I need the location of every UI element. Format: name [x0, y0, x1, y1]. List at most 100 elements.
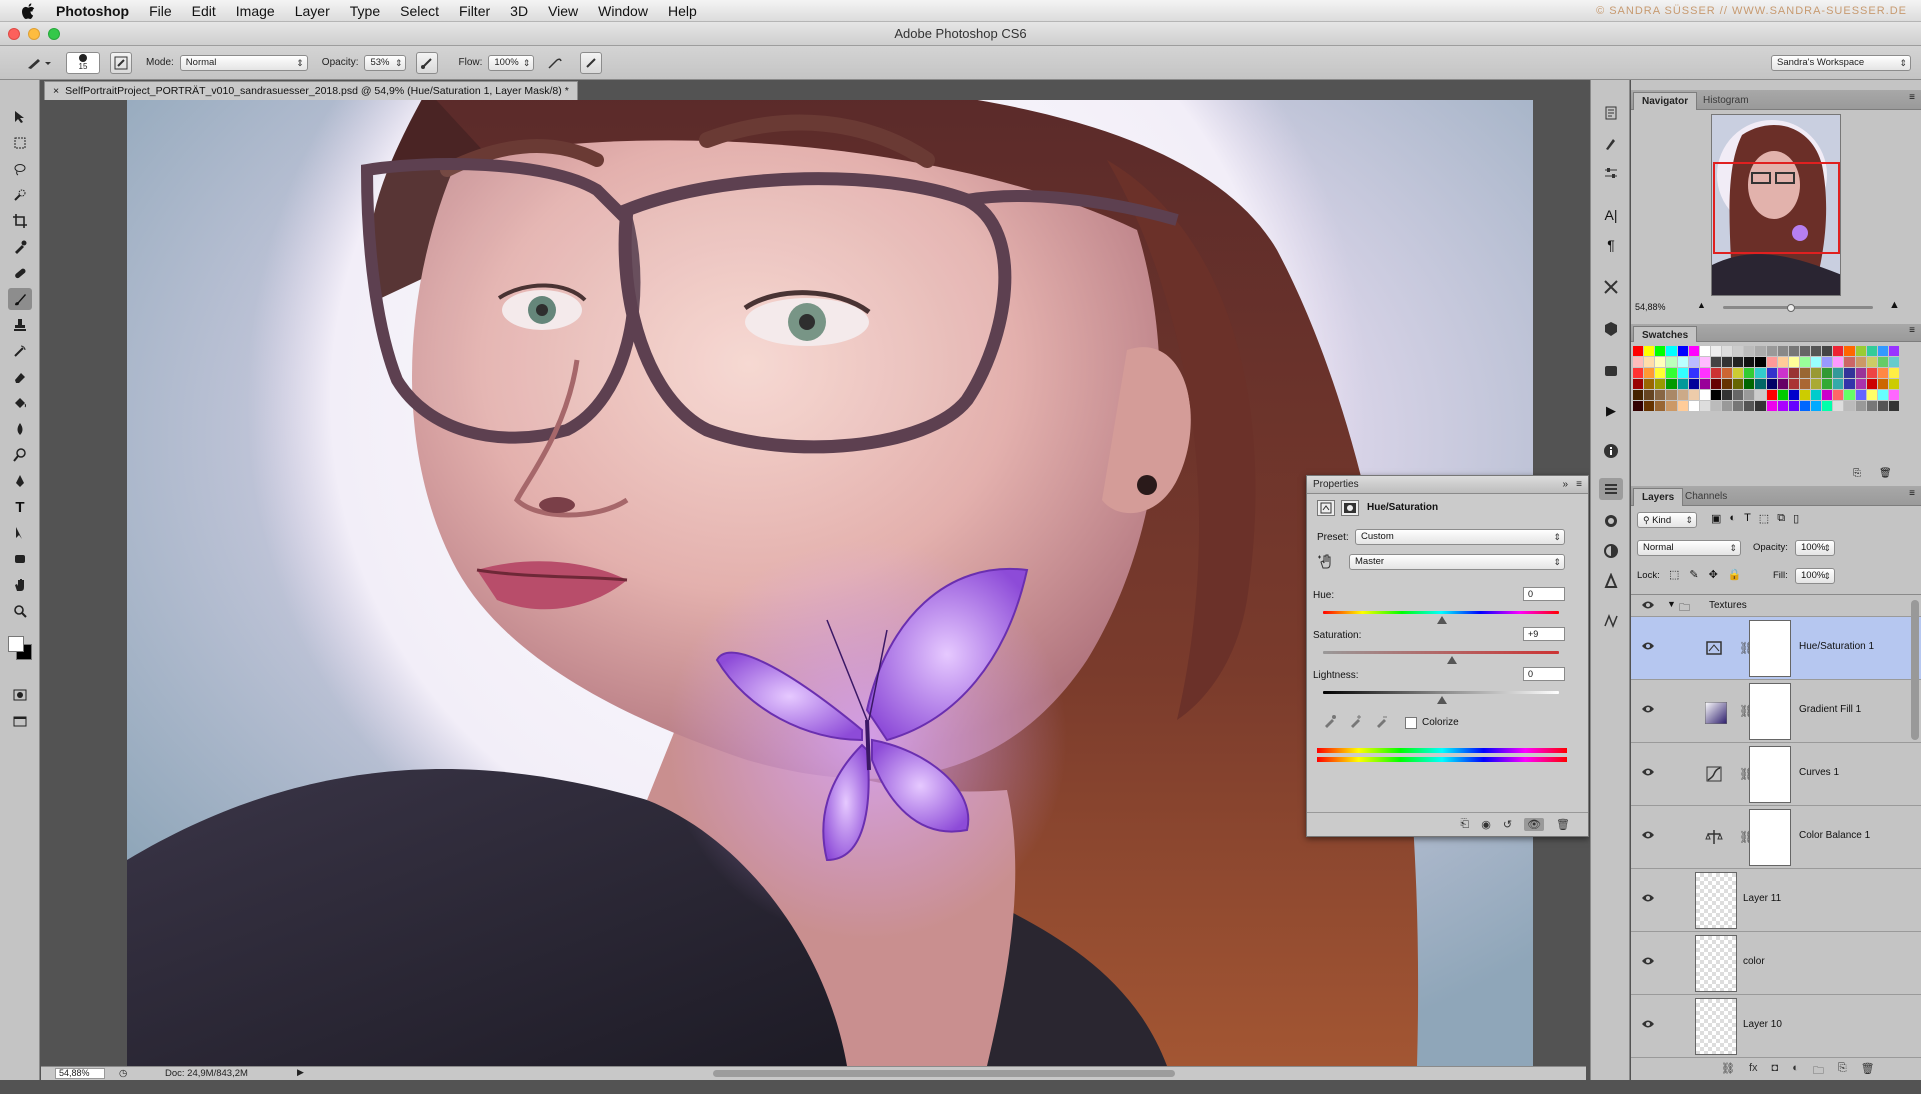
- targeted-adjustment-icon[interactable]: [1317, 553, 1335, 572]
- swatch[interactable]: [1755, 357, 1766, 367]
- swatch[interactable]: [1833, 346, 1844, 356]
- swatch[interactable]: [1766, 379, 1777, 389]
- swatch[interactable]: [1799, 357, 1810, 367]
- swatch[interactable]: [1733, 390, 1744, 400]
- swatch[interactable]: [1699, 390, 1710, 400]
- swatch[interactable]: [1844, 346, 1855, 356]
- quick-selection-tool[interactable]: [8, 184, 32, 206]
- swatch[interactable]: [1722, 357, 1733, 367]
- layers-list[interactable]: ▼ 🗀 Textures ⛓ Hue/Saturation 1 ⛓ Gradient …: [1631, 594, 1921, 1094]
- lightness-slider-thumb[interactable]: [1437, 696, 1447, 704]
- swatch[interactable]: [1755, 390, 1766, 400]
- swatch[interactable]: [1766, 390, 1777, 400]
- navigator-preview[interactable]: [1711, 114, 1841, 296]
- swatch[interactable]: [1710, 379, 1721, 389]
- swatch[interactable]: [1766, 357, 1777, 367]
- shape-tool[interactable]: [8, 548, 32, 570]
- swatch[interactable]: [1855, 401, 1866, 411]
- menu-file[interactable]: File: [139, 3, 182, 19]
- zoom-in-icon[interactable]: ▲: [1889, 299, 1900, 311]
- info-icon[interactable]: [1599, 440, 1623, 462]
- swatch[interactable]: [1688, 357, 1699, 367]
- swatch[interactable]: [1833, 379, 1844, 389]
- new-layer-icon[interactable]: ⎘: [1838, 1062, 1847, 1081]
- actions-icon[interactable]: ▶: [1599, 400, 1623, 422]
- hand-tool[interactable]: [8, 574, 32, 596]
- tab-histogram[interactable]: Histogram: [1695, 92, 1757, 110]
- paragraph-icon[interactable]: ¶: [1599, 234, 1623, 256]
- flow-field[interactable]: 100%: [488, 54, 535, 71]
- group-expand-icon[interactable]: ▼: [1667, 599, 1676, 609]
- link-layers-icon[interactable]: ⛓: [1721, 1062, 1735, 1081]
- brush-tool[interactable]: [8, 288, 32, 310]
- swatch[interactable]: [1699, 346, 1710, 356]
- swatch[interactable]: [1677, 379, 1688, 389]
- view-previous-icon[interactable]: ◉: [1481, 818, 1491, 831]
- swatch[interactable]: [1788, 357, 1799, 367]
- close-window-button[interactable]: [8, 28, 20, 40]
- swatch[interactable]: [1688, 368, 1699, 378]
- swatch[interactable]: [1799, 390, 1810, 400]
- visibility-toggle-icon[interactable]: 👁: [1524, 818, 1545, 831]
- mode-select[interactable]: Normal: [179, 54, 308, 71]
- workspace-select[interactable]: Sandra's Workspace: [1771, 54, 1911, 71]
- swatch[interactable]: [1722, 401, 1733, 411]
- marquee-tool[interactable]: [8, 132, 32, 154]
- navigator-zoom-thumb[interactable]: [1787, 304, 1795, 312]
- eyedropper-add-icon[interactable]: [1349, 714, 1363, 731]
- swatch[interactable]: [1877, 357, 1888, 367]
- swatch[interactable]: [1688, 346, 1699, 356]
- pressure-opacity-toggle[interactable]: [416, 51, 439, 74]
- hue-slider[interactable]: [1323, 611, 1559, 614]
- swatch[interactable]: [1888, 346, 1899, 356]
- swatch[interactable]: [1722, 379, 1733, 389]
- properties-icon[interactable]: [1599, 478, 1623, 500]
- path-selection-tool[interactable]: [8, 522, 32, 544]
- swatch[interactable]: [1799, 368, 1810, 378]
- status-arrow-icon[interactable]: ▶: [297, 1067, 304, 1078]
- new-adjustment-icon[interactable]: ◐: [1792, 1062, 1799, 1081]
- swatch[interactable]: [1688, 401, 1699, 411]
- eyedropper-subtract-icon[interactable]: [1375, 714, 1389, 731]
- layer-eye-icon[interactable]: [1641, 893, 1657, 905]
- brush-size-picker[interactable]: 15: [66, 51, 100, 74]
- blend-mode-select[interactable]: Normal: [1637, 540, 1741, 556]
- swatch[interactable]: [1866, 368, 1877, 378]
- move-tool[interactable]: [8, 106, 32, 128]
- swatch[interactable]: [1844, 390, 1855, 400]
- swatch[interactable]: [1844, 368, 1855, 378]
- menu-window[interactable]: Window: [588, 3, 658, 19]
- layer-row[interactable]: color: [1631, 932, 1921, 995]
- swatch[interactable]: [1844, 401, 1855, 411]
- swatches-menu-icon[interactable]: ≡: [1909, 325, 1915, 336]
- eraser-tool[interactable]: [8, 366, 32, 388]
- swatch[interactable]: [1633, 379, 1644, 389]
- menu-select[interactable]: Select: [390, 3, 449, 19]
- minimize-window-button[interactable]: [28, 28, 40, 40]
- zoom-level-field[interactable]: 54,88%: [55, 1068, 105, 1079]
- swatch[interactable]: [1722, 390, 1733, 400]
- menu-filter[interactable]: Filter: [449, 3, 500, 19]
- swatch[interactable]: [1822, 401, 1833, 411]
- swatch[interactable]: [1655, 346, 1666, 356]
- swatch[interactable]: [1822, 368, 1833, 378]
- layer-row[interactable]: ⛓ Hue/Saturation 1: [1631, 617, 1921, 680]
- document-tab[interactable]: × SelfPortraitProject_PORTRÄT_v010_sandra…: [44, 81, 578, 100]
- layer-mask-thumbnail[interactable]: [1749, 809, 1791, 866]
- swatch[interactable]: [1888, 390, 1899, 400]
- layer-row[interactable]: ⛓ Curves 1: [1631, 743, 1921, 806]
- swatch[interactable]: [1633, 390, 1644, 400]
- airbrush-toggle[interactable]: [544, 52, 566, 74]
- swatch[interactable]: [1755, 401, 1766, 411]
- menu-help[interactable]: Help: [658, 3, 707, 19]
- filter-kind-select[interactable]: ⚲ Kind: [1637, 512, 1697, 528]
- brush-panel-toggle[interactable]: [110, 51, 132, 74]
- layer-eye-icon[interactable]: [1641, 956, 1657, 968]
- tab-swatches[interactable]: Swatches: [1633, 326, 1698, 342]
- clone-stamp-tool[interactable]: [8, 314, 32, 336]
- saturation-field[interactable]: +9: [1523, 627, 1565, 641]
- layer-thumbnail[interactable]: [1695, 935, 1737, 992]
- swatch[interactable]: [1799, 379, 1810, 389]
- pen-tool[interactable]: [8, 470, 32, 492]
- swatch[interactable]: [1744, 390, 1755, 400]
